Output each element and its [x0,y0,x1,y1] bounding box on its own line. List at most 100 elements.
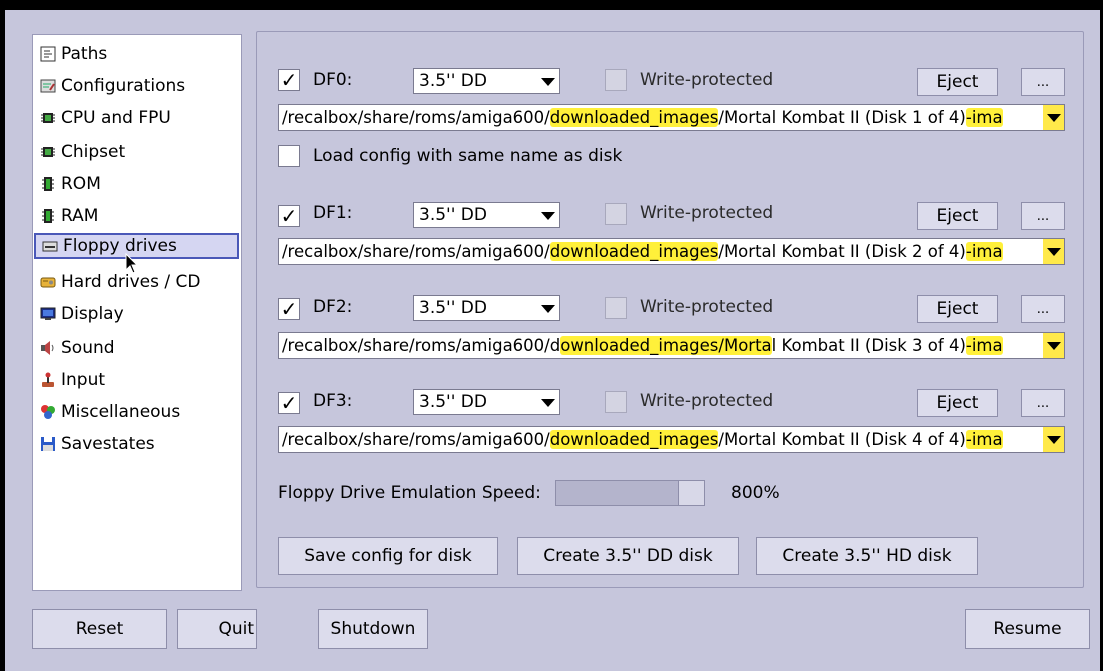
chevron-down-icon [541,399,555,407]
sidebar-item-rom[interactable]: ROM [39,171,101,197]
df2-type-select[interactable]: 3.5'' DD [413,295,560,321]
memory-icon [39,176,56,192]
df2-browse-button[interactable]: ... [1021,295,1065,323]
chevron-down-icon [1047,248,1061,256]
puzzle-icon [39,404,56,420]
speed-slider[interactable] [555,480,705,506]
df1-path-prefix: /recalbox/share/roms/amiga600/ [282,242,550,261]
category-list[interactable]: Paths Configurations CPU and FPU Chipset… [32,34,242,591]
df2-write-protect-label: Write-protected [640,297,774,317]
df0-path-select[interactable]: /recalbox/share/roms/amiga600/downloaded… [278,104,1065,131]
create-dd-disk-button[interactable]: Create 3.5'' DD disk [517,537,739,575]
quit-button[interactable]: Quit [177,609,257,649]
chip-icon [39,110,56,126]
sidebar-item-label: Floppy drives [63,236,177,256]
chevron-down-icon [541,212,555,220]
chevron-down-icon [1047,436,1061,444]
sidebar-item-label: Configurations [61,76,186,96]
joystick-icon [39,372,56,388]
df1-write-protect-checkbox[interactable] [605,203,627,225]
df1-eject-button[interactable]: Eject [917,202,998,230]
df0-path-highlight: downloaded_images [549,108,719,127]
df1-path-tail: -ima [965,242,1003,261]
df3-write-protect-label: Write-protected [640,391,774,411]
df3-write-protect-checkbox[interactable] [605,391,627,413]
settings-window: Paths Configurations CPU and FPU Chipset… [5,10,1100,671]
df2-path-highlight: ownloaded_images/Morta [560,336,772,355]
chevron-down-icon [1047,342,1061,350]
sidebar-item-label: Paths [61,44,108,64]
df1-type-select[interactable]: 3.5'' DD [413,202,560,228]
df3-path-tail: -ima [965,430,1003,449]
chevron-down-icon [541,78,555,86]
sidebar-item-input[interactable]: Input [39,367,105,393]
sidebar-item-paths[interactable]: Paths [39,41,107,67]
sidebar-item-label: Chipset [61,142,126,162]
df2-path-select[interactable]: /recalbox/share/roms/amiga600/d ownloaded… [278,332,1065,359]
sidebar-item-ram[interactable]: RAM [39,203,98,229]
sidebar-item-label: Sound [61,338,115,358]
df3-enable-checkbox[interactable]: ✓ [278,392,300,414]
sidebar-item-label: Miscellaneous [61,402,181,422]
shutdown-button[interactable]: Shutdown [318,609,428,649]
sidebar-item-chipset[interactable]: Chipset [39,139,125,165]
df1-write-protect-label: Write-protected [640,203,774,223]
chevron-down-icon [541,305,555,313]
configurations-icon [39,78,56,94]
sidebar-item-cpu-and-fpu[interactable]: CPU and FPU [39,105,171,131]
df3-path-highlight: downloaded_images [549,430,719,449]
load-config-checkbox[interactable] [278,145,300,167]
df0-write-protect-checkbox[interactable] [605,69,627,91]
sound-icon [39,340,56,356]
df1-browse-button[interactable]: ... [1021,202,1065,230]
speed-slider-fill [556,481,679,505]
df0-enable-checkbox[interactable]: ✓ [278,69,300,91]
df1-path-select[interactable]: /recalbox/share/roms/amiga600/downloaded… [278,238,1065,265]
df1-enable-checkbox[interactable]: ✓ [278,205,300,227]
save-icon [39,436,56,452]
mouse-cursor-icon [125,253,139,274]
df2-path-rest: l Kombat II (Disk 3 of 4) [771,336,966,355]
df3-label: DF3: [313,391,353,411]
df0-browse-button[interactable]: ... [1021,68,1065,96]
sidebar-item-label: Hard drives / CD [61,272,201,292]
df2-eject-button[interactable]: Eject [917,295,998,323]
sidebar-item-sound[interactable]: Sound [39,335,115,361]
reset-button[interactable]: Reset [32,609,167,649]
df2-write-protect-checkbox[interactable] [605,297,627,319]
df0-type-select[interactable]: 3.5'' DD [413,68,560,94]
sidebar-item-miscellaneous[interactable]: Miscellaneous [39,399,180,425]
display-icon [39,306,56,322]
df1-type-value: 3.5'' DD [419,205,487,225]
df3-browse-button[interactable]: ... [1021,389,1065,417]
df0-eject-button[interactable]: Eject [917,68,998,96]
chevron-down-icon [1047,114,1061,122]
memory-icon [39,208,56,224]
sidebar-item-hard-drives-cd[interactable]: Hard drives / CD [39,269,200,295]
sidebar-item-display[interactable]: Display [39,301,124,327]
resume-button[interactable]: Resume [965,609,1090,649]
hard-drive-icon [39,274,56,290]
speed-value: 800% [731,483,780,503]
create-hd-disk-button[interactable]: Create 3.5'' HD disk [756,537,978,575]
df0-path-prefix: /recalbox/share/roms/amiga600/ [282,108,550,127]
df1-path-rest: /Mortal Kombat II (Disk 2 of 4) [718,242,966,261]
df0-path-tail: -ima [965,108,1003,127]
df3-type-select[interactable]: 3.5'' DD [413,389,560,415]
df3-path-prefix: /recalbox/share/roms/amiga600/ [282,430,550,449]
df2-label: DF2: [313,297,353,317]
df2-path-tail: -ima [965,336,1003,355]
save-config-button[interactable]: Save config for disk [278,537,498,575]
chip-icon [39,144,56,160]
sidebar-item-label: RAM [61,206,99,226]
floppy-drive-icon [41,238,58,254]
df3-path-select[interactable]: /recalbox/share/roms/amiga600/downloaded… [278,426,1065,453]
df1-label: DF1: [313,203,353,223]
sidebar-item-savestates[interactable]: Savestates [39,431,155,457]
paths-icon [39,46,56,62]
df3-eject-button[interactable]: Eject [917,389,998,417]
df3-type-value: 3.5'' DD [419,392,487,412]
df2-path-prefix: /recalbox/share/roms/amiga600/d [282,336,561,355]
sidebar-item-configurations[interactable]: Configurations [39,73,185,99]
df2-enable-checkbox[interactable]: ✓ [278,298,300,320]
